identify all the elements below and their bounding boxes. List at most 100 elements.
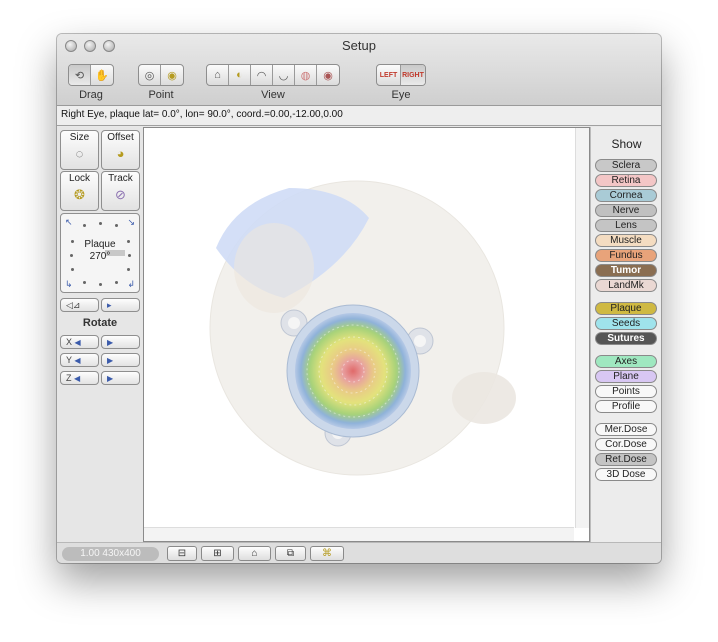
animate-icon[interactable]: ⌘ bbox=[310, 546, 344, 561]
point-select-icon[interactable]: ◉ bbox=[161, 65, 183, 85]
show-sutures-toggle[interactable]: Sutures bbox=[595, 332, 657, 345]
drag-label: Drag bbox=[79, 89, 103, 101]
suture-eyelet-hole bbox=[414, 335, 426, 347]
left-control-panel: Size ◌ Offset ◕ Lock ❂ Track ⊘ ↖ ↘ ↳ ↲ P… bbox=[57, 127, 143, 542]
show-meridional-dose-toggle[interactable]: Mer.Dose bbox=[595, 423, 657, 436]
zoom-view-icon[interactable]: ◐ bbox=[229, 65, 251, 85]
lock-label: Lock bbox=[68, 173, 91, 184]
front-view-icon[interactable]: ◉ bbox=[317, 65, 339, 85]
snapshot-icon[interactable]: ⧉ bbox=[275, 546, 306, 561]
lock-button[interactable]: Lock ❂ bbox=[60, 171, 99, 211]
side-view-icon[interactable]: ◍ bbox=[295, 65, 317, 85]
track-button[interactable]: Track ⊘ bbox=[101, 171, 140, 211]
show-lens-toggle[interactable]: Lens bbox=[595, 219, 657, 232]
rotate-y-right-arrow: ▶ bbox=[107, 356, 114, 365]
show-retinal-dose-toggle[interactable]: Ret.Dose bbox=[595, 453, 657, 466]
rotate-y-left-button[interactable]: Y ◀ bbox=[60, 353, 99, 367]
view-toolbar-group: ⌂ ◐ ◠ ◡ ◍ ◉ bbox=[206, 64, 340, 86]
rotate-drag-icon[interactable]: ⟲ bbox=[69, 65, 91, 85]
show-fundus-toggle[interactable]: Fundus bbox=[595, 249, 657, 262]
rotate-x-left-button[interactable]: X ◀ bbox=[60, 335, 99, 349]
dial-label: Plaque bbox=[84, 239, 116, 250]
left-eye-button[interactable]: LEFT bbox=[377, 65, 401, 85]
dial-dot bbox=[99, 283, 102, 286]
dial-dot bbox=[71, 268, 74, 271]
rotate-z-axis-label: Z bbox=[66, 373, 72, 383]
view-label: View bbox=[261, 89, 285, 101]
zoom-out-icon[interactable]: ⊟ bbox=[167, 546, 197, 561]
dial-value: 270° bbox=[89, 251, 111, 262]
show-muscle-toggle[interactable]: Muscle bbox=[595, 234, 657, 247]
offset-label: Offset bbox=[107, 132, 134, 143]
rotate-x-right-arrow: ▶ bbox=[107, 338, 114, 347]
rotate-z-left-arrow: ◀ bbox=[74, 374, 81, 383]
arrow-top-right-icon: ↘ bbox=[127, 217, 135, 227]
drag-toolbar-group: ⟲ ✋ bbox=[68, 64, 114, 86]
arrow-bottom-left-icon: ↳ bbox=[65, 279, 73, 289]
dial-dot bbox=[115, 281, 118, 284]
suture-eyelet-hole bbox=[288, 317, 300, 329]
dial-dot bbox=[99, 222, 102, 225]
dial-dot bbox=[83, 281, 86, 284]
lens-shape bbox=[234, 223, 314, 313]
top-view-icon[interactable]: ◠ bbox=[251, 65, 273, 85]
show-tumor-toggle[interactable]: Tumor bbox=[595, 264, 657, 277]
show-nerve-toggle[interactable]: Nerve bbox=[595, 204, 657, 217]
hand-drag-icon[interactable]: ✋ bbox=[91, 65, 113, 85]
show-coronal-dose-toggle[interactable]: Cor.Dose bbox=[595, 438, 657, 451]
show-plaque-toggle[interactable]: Plaque bbox=[595, 302, 657, 315]
show-seeds-toggle[interactable]: Seeds bbox=[595, 317, 657, 330]
bottom-view-icon[interactable]: ◡ bbox=[273, 65, 295, 85]
show-3d-dose-toggle[interactable]: 3D Dose bbox=[595, 468, 657, 481]
bottom-bar: 1.00 430x400 ⊟ ⊞ ⌂ ⧉ ⌘ bbox=[57, 542, 661, 563]
right-eye-button[interactable]: RIGHT bbox=[401, 65, 425, 85]
show-profile-toggle[interactable]: Profile bbox=[595, 400, 657, 413]
rotate-y-right-button[interactable]: ▶ bbox=[101, 353, 140, 367]
show-axes-toggle[interactable]: Axes bbox=[595, 355, 657, 368]
dial-rotate-left-button[interactable]: ◁⊿ bbox=[60, 298, 99, 312]
show-sclera-toggle[interactable]: Sclera bbox=[595, 159, 657, 172]
zoom-size-readout: 1.00 430x400 bbox=[62, 547, 159, 561]
track-plaque-icon: ⊘ bbox=[115, 187, 126, 202]
show-title: Show bbox=[611, 137, 642, 151]
show-cornea-toggle[interactable]: Cornea bbox=[595, 189, 657, 202]
eye-3d-viewport[interactable] bbox=[143, 127, 590, 542]
lock-plaque-icon: ❂ bbox=[74, 187, 85, 202]
track-label: Track bbox=[108, 173, 133, 184]
title-bar: Setup ⟲ ✋ Drag ◎ ◉ Point ⌂ ◐ ◠ ◡ ◍ ◉ Vie… bbox=[57, 34, 661, 106]
plaque-rotation-dial[interactable]: ↖ ↘ ↳ ↲ Plaque 270° bbox=[60, 213, 140, 293]
eye-model-render bbox=[209, 180, 516, 476]
show-panel: Show Sclera Retina Cornea Nerve Lens Mus… bbox=[590, 127, 661, 542]
size-label: Size bbox=[69, 132, 90, 143]
home-icon[interactable]: ⌂ bbox=[238, 546, 271, 561]
show-landmark-toggle[interactable]: LandMk bbox=[595, 279, 657, 292]
size-button[interactable]: Size ◌ bbox=[60, 130, 99, 170]
zoom-in-icon[interactable]: ⊞ bbox=[201, 546, 234, 561]
show-plane-toggle[interactable]: Plane bbox=[595, 370, 657, 383]
rotate-z-left-button[interactable]: Z ◀ bbox=[60, 371, 99, 385]
setup-window: Setup ⟲ ✋ Drag ◎ ◉ Point ⌂ ◐ ◠ ◡ ◍ ◉ Vie… bbox=[57, 34, 661, 563]
status-line: Right Eye, plaque lat= 0.0°, lon= 90.0°,… bbox=[57, 106, 661, 126]
point-toolbar-group: ◎ ◉ bbox=[138, 64, 184, 86]
viewport-horizontal-scrollbar[interactable] bbox=[144, 527, 574, 541]
home-view-icon[interactable]: ⌂ bbox=[207, 65, 229, 85]
nerve-shape bbox=[452, 372, 516, 424]
show-points-toggle[interactable]: Points bbox=[595, 385, 657, 398]
dose-contours bbox=[295, 313, 411, 429]
rotate-y-axis-label: Y bbox=[66, 355, 72, 365]
rotate-x-left-arrow: ◀ bbox=[74, 338, 81, 347]
point-target-icon[interactable]: ◎ bbox=[139, 65, 161, 85]
arrow-top-left-icon: ↖ bbox=[65, 217, 73, 227]
offset-button[interactable]: Offset ◕ bbox=[101, 130, 140, 170]
viewport-vertical-scrollbar[interactable] bbox=[575, 128, 589, 528]
dial-dot bbox=[115, 224, 118, 227]
size-circle-icon: ◌ bbox=[75, 146, 84, 161]
eye-toolbar-group: LEFT RIGHT bbox=[376, 64, 426, 86]
rotate-z-right-arrow: ▶ bbox=[107, 374, 114, 383]
dial-rotate-right-button[interactable]: ▸ bbox=[101, 298, 140, 312]
rotate-z-right-button[interactable]: ▶ bbox=[101, 371, 140, 385]
arrow-bottom-right-icon: ↲ bbox=[127, 279, 135, 289]
dial-dot bbox=[127, 268, 130, 271]
show-retina-toggle[interactable]: Retina bbox=[595, 174, 657, 187]
rotate-x-right-button[interactable]: ▶ bbox=[101, 335, 140, 349]
